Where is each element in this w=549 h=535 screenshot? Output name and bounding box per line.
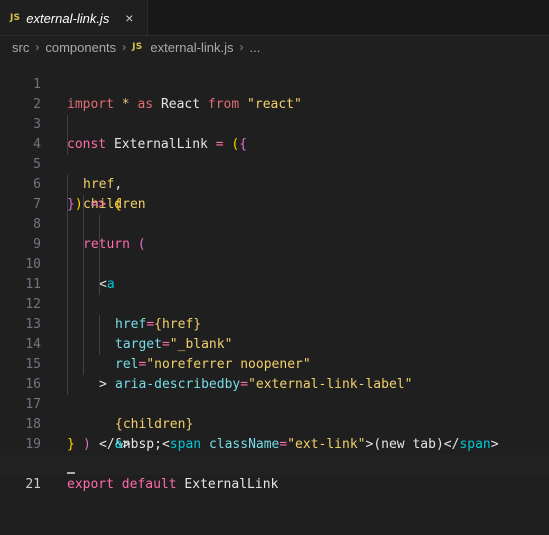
breadcrumb-item-components[interactable]: components — [45, 40, 116, 55]
indent-guide — [67, 115, 68, 135]
code-line: 19 — [0, 415, 549, 452]
indent-guide — [99, 255, 100, 275]
code-line: 12 aria-describedby="external-link-label… — [0, 275, 549, 392]
indent-guide — [83, 275, 84, 295]
indent-guide — [99, 275, 100, 295]
code-line: 2 — [0, 75, 549, 112]
code-line: 14 {children} — [0, 315, 549, 432]
indent-guide — [67, 315, 68, 335]
indent-guide — [83, 235, 84, 255]
indent-guide — [67, 135, 68, 155]
keyword: default — [121, 477, 177, 492]
code-line: 8 <a — [0, 195, 549, 292]
code-line-current[interactable]: 21 — [0, 455, 549, 492]
indent-guide — [67, 275, 68, 295]
indent-guide — [99, 235, 100, 255]
indent-guide — [83, 255, 84, 275]
code-line: 1 import * as React from "react" — [0, 55, 549, 112]
tab-external-link-js[interactable]: JS external-link.js × — [0, 0, 149, 35]
chevron-right-icon: › — [35, 40, 40, 54]
indent-guide — [83, 335, 84, 355]
javascript-file-icon: JS — [10, 13, 21, 23]
indent-guide — [67, 295, 68, 315]
indent-guide — [99, 215, 100, 235]
code-line: 9 href={href} — [0, 215, 549, 332]
code-line: 16 </a> — [0, 355, 549, 452]
code-line: 4 href, — [0, 115, 549, 192]
code-line: 18 } — [0, 395, 549, 452]
code-line: 7 return ( — [0, 175, 549, 252]
indent-guide — [67, 175, 68, 195]
indent-guide — [83, 215, 84, 235]
code-line: 6 }) => { — [0, 155, 549, 212]
identifier: ExternalLink — [184, 477, 279, 492]
code-line: 17 ) — [0, 375, 549, 452]
indent-guide — [67, 195, 68, 215]
breadcrumb-item-more[interactable]: ... — [250, 40, 261, 55]
code-line: 3 const ExternalLink = ({ — [0, 95, 549, 152]
indent-guide — [67, 215, 68, 235]
indent-guide — [67, 235, 68, 255]
breadcrumb-item-src[interactable]: src — [12, 40, 29, 55]
indent-guide — [83, 355, 84, 375]
chevron-right-icon: › — [122, 40, 127, 54]
indent-guide — [67, 355, 68, 375]
line-number: 21 — [25, 477, 41, 492]
indent-guide — [99, 315, 100, 335]
text-cursor — [67, 472, 75, 474]
javascript-file-icon: JS — [132, 42, 143, 52]
tab-title: external-link.js — [26, 10, 110, 26]
keyword: export — [67, 477, 114, 492]
indent-guide — [67, 335, 68, 355]
close-icon[interactable]: × — [121, 10, 137, 26]
indent-guide — [83, 295, 84, 315]
indent-guide — [83, 315, 84, 335]
indent-guide — [99, 335, 100, 355]
tab-bar: JS external-link.js × — [0, 0, 549, 36]
indent-guide — [67, 255, 68, 275]
indent-guide — [83, 195, 84, 215]
indent-guide — [67, 375, 68, 395]
code-line: 15 &nbsp;<span className="ext-link">(new… — [0, 335, 549, 452]
breadcrumb-item-file[interactable]: external-link.js — [150, 40, 233, 55]
code-line: 11 rel="noreferrer noopener" — [0, 255, 549, 372]
code-line: 10 target="_blank" — [0, 235, 549, 352]
code-line: 5 children — [0, 135, 549, 212]
code-line: 20 export default ExternalLink — [0, 435, 549, 492]
code-editor[interactable]: 1 import * as React from "react" 2 3 con… — [0, 55, 549, 492]
code-line: 13 > — [0, 295, 549, 392]
chevron-right-icon: › — [239, 40, 244, 54]
